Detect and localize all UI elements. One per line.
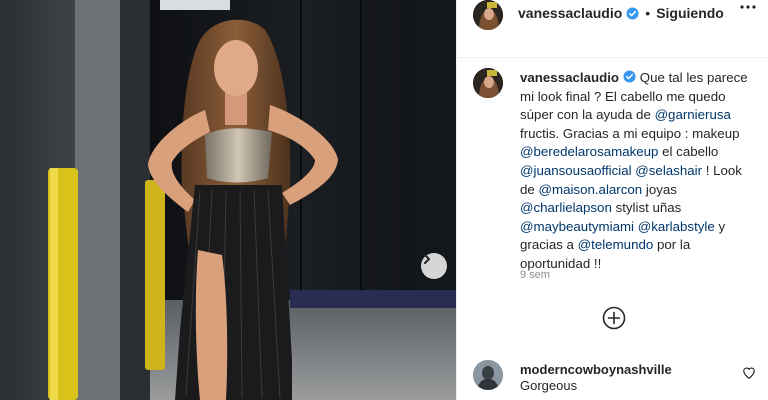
chevron-right-icon (424, 254, 430, 264)
post-photo (0, 0, 456, 400)
mention-garnierusa[interactable]: @garnierusa (655, 107, 731, 122)
comment-text: Gorgeous (520, 378, 578, 393)
caption-author-username[interactable]: vanessaclaudio (520, 70, 619, 85)
caption-text: vanessaclaudio Que tal les parece mi loo… (520, 69, 760, 274)
post-timestamp[interactable]: 9 sem (520, 269, 550, 281)
more-options-icon[interactable] (739, 4, 757, 10)
header-text: vanessaclaudio • Siguiendo (518, 5, 724, 21)
author-avatar-image (473, 0, 503, 30)
load-more-comments-button[interactable] (602, 306, 626, 330)
caption-text-3: el cabello (662, 144, 719, 160)
mention-beredelarosamakeup[interactable]: @beredelarosamakeup (520, 144, 658, 159)
caption-text-5: joyas (645, 181, 677, 197)
commenter-avatar-image (473, 360, 503, 390)
author-avatar[interactable] (473, 0, 503, 30)
caption-text-2: fructis. Gracias a mi equipo : makeup (520, 125, 740, 141)
comment-item: moderncowboynashville Gorgeous (473, 356, 768, 400)
caption-text-6: stylist uñas (615, 200, 682, 216)
mention-maybeautymiami[interactable]: @maybeautymiami (520, 219, 634, 234)
caption-author-avatar[interactable] (473, 68, 503, 98)
backstage-photo-illustration (0, 0, 456, 400)
verified-badge-icon (626, 6, 639, 20)
mention-charlielapson[interactable]: @charlielapson (520, 200, 612, 215)
mention-karlabstyle[interactable]: @karlabstyle (638, 219, 715, 234)
mention-selashair[interactable]: @selashair (635, 163, 702, 178)
commenter-avatar[interactable] (473, 360, 503, 390)
post-side-panel: vanessaclaudio • Siguiendo vanessaclaudi… (456, 0, 768, 400)
next-photo-button[interactable] (421, 253, 447, 279)
caption-avatar-image (473, 68, 503, 98)
following-button[interactable]: Siguiendo (656, 5, 724, 21)
mention-telemundo[interactable]: @telemundo (578, 237, 654, 252)
mention-juansousaofficial[interactable]: @juansousaofficial (520, 163, 632, 178)
author-username[interactable]: vanessaclaudio (518, 5, 622, 21)
plus-circle-icon (602, 306, 626, 330)
separator-dot: • (645, 5, 651, 21)
mention-maison-alarcon[interactable]: @maison.alarcon (539, 182, 643, 197)
post-header: vanessaclaudio • Siguiendo (457, 0, 768, 58)
heart-icon[interactable] (742, 366, 756, 380)
verified-badge-icon (623, 70, 636, 83)
commenter-username[interactable]: moderncowboynashville (520, 362, 672, 377)
